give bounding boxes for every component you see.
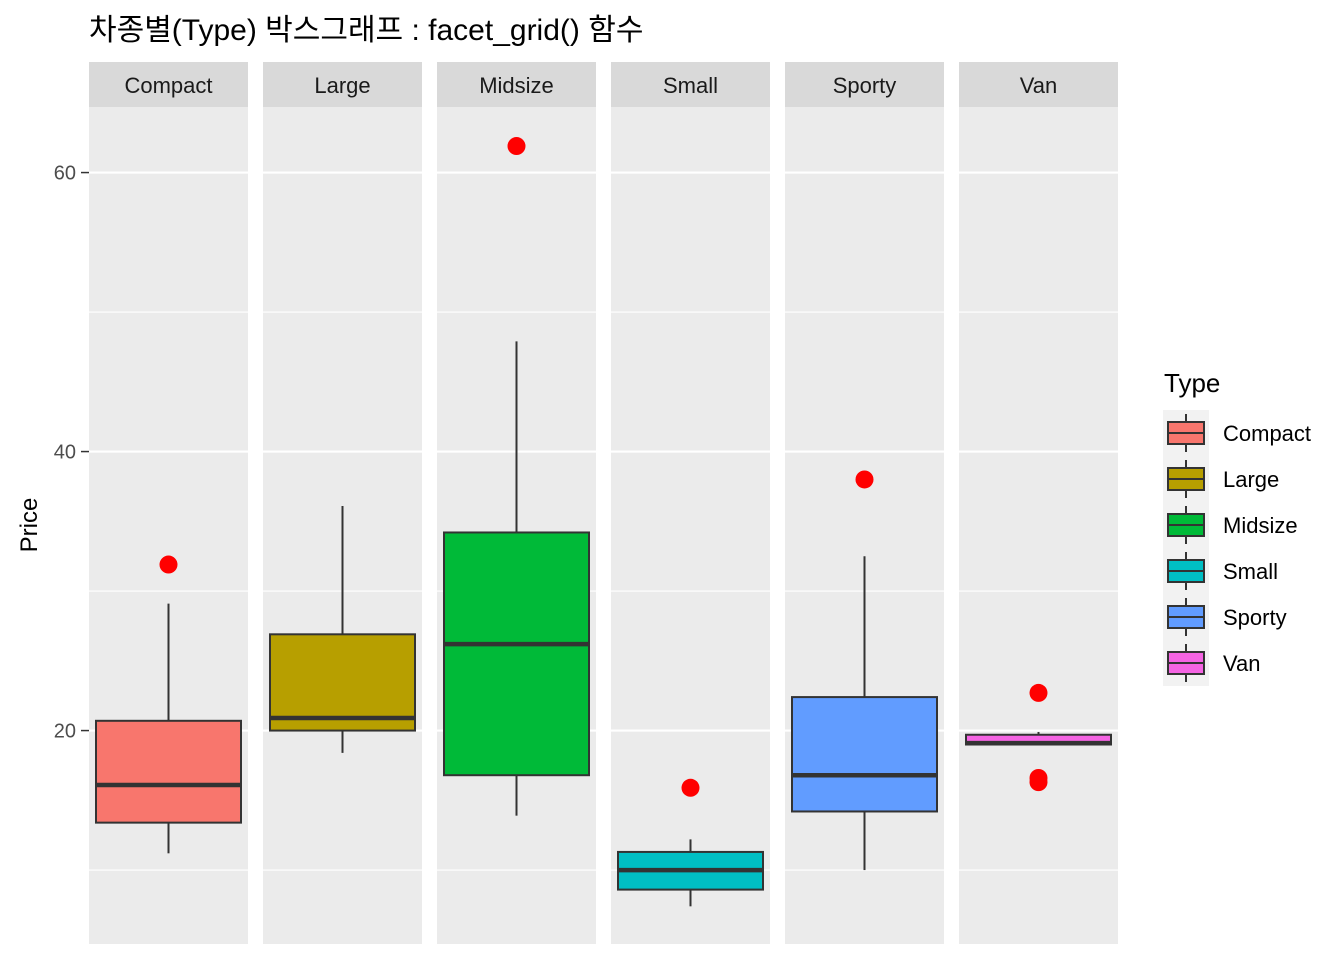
facet-panel-small: Small	[611, 62, 770, 944]
facet-panel-sporty: Sporty	[785, 62, 944, 944]
box-iqr	[791, 696, 938, 813]
legend-label: Small	[1223, 559, 1278, 584]
facet-boxplot-chart: 차종별(Type) 박스그래프 : facet_grid() 함수 Compac…	[16, 14, 1311, 944]
panel-background	[959, 107, 1118, 944]
legend-item-midsize: Midsize	[1163, 502, 1298, 548]
box-iqr	[443, 531, 590, 777]
y-tick-label: 60	[54, 163, 76, 185]
y-tick-label: 40	[54, 442, 76, 464]
outlier-point	[507, 137, 526, 156]
legend-item-compact: Compact	[1163, 410, 1311, 456]
facet-panel-compact: Compact	[89, 62, 248, 944]
legend-label: Van	[1223, 651, 1261, 676]
facet-strip-label: Midsize	[479, 73, 554, 98]
outlier-point	[681, 778, 700, 797]
legend-item-sporty: Sporty	[1163, 594, 1287, 640]
facet-strip-label: Van	[1020, 73, 1058, 98]
facet-panel-van: Van	[959, 62, 1118, 944]
legend-label: Sporty	[1223, 605, 1287, 630]
chart-title: 차종별(Type) 박스그래프 : facet_grid() 함수	[89, 14, 643, 47]
facet-panels: Compact Large Midsize Small Sporty Van	[89, 62, 1118, 944]
y-axis: 20 40 60	[54, 163, 89, 743]
legend-item-large: Large	[1163, 456, 1279, 502]
facet-panel-large: Large	[263, 62, 422, 944]
legend-item-small: Small	[1163, 548, 1278, 594]
facet-strip-label: Large	[314, 73, 370, 98]
box-iqr	[95, 719, 242, 824]
legend-label: Compact	[1223, 421, 1311, 446]
facet-strip-label: Compact	[124, 73, 212, 98]
y-axis-title: Price	[16, 498, 43, 553]
legend-label: Midsize	[1223, 513, 1298, 538]
legend-item-van: Van	[1163, 640, 1261, 686]
outlier-point	[855, 470, 874, 489]
outlier-point	[159, 555, 178, 574]
facet-panel-midsize: Midsize	[437, 62, 596, 944]
y-tick-label: 20	[54, 721, 76, 743]
panel-background	[611, 107, 770, 944]
legend-label: Large	[1223, 467, 1279, 492]
facet-strip-label: Small	[663, 73, 718, 98]
outlier-point	[1029, 773, 1048, 792]
outlier-point	[1029, 683, 1048, 702]
legend-title: Type	[1164, 368, 1220, 398]
legend: Type Compact Large Midsize Small Sporty Van	[1163, 368, 1311, 686]
facet-strip-label: Sporty	[833, 73, 897, 98]
